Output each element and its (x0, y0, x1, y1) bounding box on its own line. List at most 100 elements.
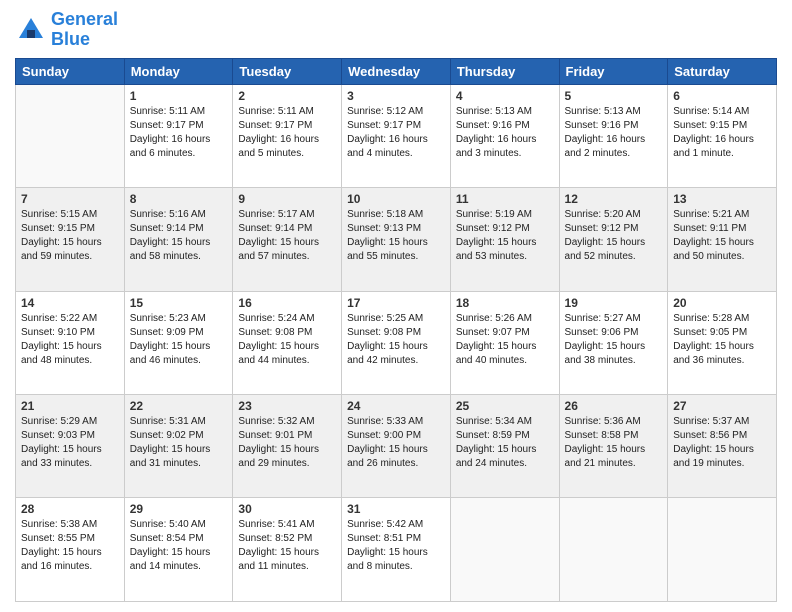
day-number: 11 (456, 192, 554, 206)
day-info: Sunrise: 5:36 AM Sunset: 8:58 PM Dayligh… (565, 415, 663, 471)
day-number: 12 (565, 192, 663, 206)
day-cell: 14 Sunrise: 5:22 AM Sunset: 9:10 PM Dayli… (16, 291, 125, 394)
logo-text: General Blue (51, 10, 118, 50)
day-number: 3 (347, 89, 445, 103)
day-number: 8 (130, 192, 228, 206)
day-cell (450, 498, 559, 602)
day-cell: 31 Sunrise: 5:42 AM Sunset: 8:51 PM Dayli… (342, 498, 451, 602)
col-header-friday: Friday (559, 58, 668, 84)
day-cell: 18 Sunrise: 5:26 AM Sunset: 9:07 PM Dayli… (450, 291, 559, 394)
day-number: 27 (673, 399, 771, 413)
day-info: Sunrise: 5:20 AM Sunset: 9:12 PM Dayligh… (565, 208, 663, 264)
day-info: Sunrise: 5:19 AM Sunset: 9:12 PM Dayligh… (456, 208, 554, 264)
day-number: 26 (565, 399, 663, 413)
week-row-4: 21 Sunrise: 5:29 AM Sunset: 9:03 PM Dayli… (16, 395, 777, 498)
logo: General Blue (15, 10, 118, 50)
day-cell: 15 Sunrise: 5:23 AM Sunset: 9:09 PM Dayli… (124, 291, 233, 394)
day-info: Sunrise: 5:31 AM Sunset: 9:02 PM Dayligh… (130, 415, 228, 471)
day-cell (559, 498, 668, 602)
col-header-monday: Monday (124, 58, 233, 84)
day-number: 16 (238, 296, 336, 310)
col-header-tuesday: Tuesday (233, 58, 342, 84)
day-cell: 23 Sunrise: 5:32 AM Sunset: 9:01 PM Dayli… (233, 395, 342, 498)
header: General Blue (15, 10, 777, 50)
day-cell: 6 Sunrise: 5:14 AM Sunset: 9:15 PM Daylig… (668, 84, 777, 187)
col-header-thursday: Thursday (450, 58, 559, 84)
day-cell: 22 Sunrise: 5:31 AM Sunset: 9:02 PM Dayli… (124, 395, 233, 498)
day-info: Sunrise: 5:17 AM Sunset: 9:14 PM Dayligh… (238, 208, 336, 264)
day-info: Sunrise: 5:22 AM Sunset: 9:10 PM Dayligh… (21, 312, 119, 368)
day-cell: 11 Sunrise: 5:19 AM Sunset: 9:12 PM Dayli… (450, 188, 559, 291)
day-number: 14 (21, 296, 119, 310)
day-cell: 1Sunrise: 5:11 AM Sunset: 9:17 PM Daylig… (124, 84, 233, 187)
day-cell: 24Sunrise: 5:33 AM Sunset: 9:00 PM Dayli… (342, 395, 451, 498)
day-cell: 17Sunrise: 5:25 AM Sunset: 9:08 PM Dayli… (342, 291, 451, 394)
week-row-3: 14 Sunrise: 5:22 AM Sunset: 9:10 PM Dayli… (16, 291, 777, 394)
day-info: Sunrise: 5:11 AM Sunset: 9:17 PM Dayligh… (238, 105, 336, 161)
day-info: Sunrise: 5:14 AM Sunset: 9:15 PM Dayligh… (673, 105, 771, 161)
day-info: Sunrise: 5:41 AM Sunset: 8:52 PM Dayligh… (238, 518, 336, 574)
page: General Blue SundayMondayTuesdayWednesda… (0, 0, 792, 612)
day-number: 10 (347, 192, 445, 206)
day-cell: 10 Sunrise: 5:18 AM Sunset: 9:13 PM Dayli… (342, 188, 451, 291)
day-cell: 25 Sunrise: 5:34 AM Sunset: 8:59 PM Dayli… (450, 395, 559, 498)
day-info: Sunrise: 5:27 AM Sunset: 9:06 PM Dayligh… (565, 312, 663, 368)
day-number: 5 (565, 89, 663, 103)
day-number: 6 (673, 89, 771, 103)
day-info: Sunrise: 5:25 AM Sunset: 9:08 PM Dayligh… (347, 312, 445, 368)
day-info: Sunrise: 5:18 AM Sunset: 9:13 PM Dayligh… (347, 208, 445, 264)
day-cell: 27 Sunrise: 5:37 AM Sunset: 8:56 PM Dayli… (668, 395, 777, 498)
day-cell: 8 Sunrise: 5:16 AM Sunset: 9:14 PM Daylig… (124, 188, 233, 291)
day-info: Sunrise: 5:13 AM Sunset: 9:16 PM Dayligh… (456, 105, 554, 161)
day-number: 13 (673, 192, 771, 206)
day-cell: 13 Sunrise: 5:21 AM Sunset: 9:11 PM Dayli… (668, 188, 777, 291)
column-headers: SundayMondayTuesdayWednesdayThursdayFrid… (16, 58, 777, 84)
week-row-1: 1Sunrise: 5:11 AM Sunset: 9:17 PM Daylig… (16, 84, 777, 187)
day-number: 9 (238, 192, 336, 206)
day-number: 7 (21, 192, 119, 206)
day-cell: 2 Sunrise: 5:11 AM Sunset: 9:17 PM Daylig… (233, 84, 342, 187)
day-cell: 26 Sunrise: 5:36 AM Sunset: 8:58 PM Dayli… (559, 395, 668, 498)
day-number: 4 (456, 89, 554, 103)
week-row-5: 28 Sunrise: 5:38 AM Sunset: 8:55 PM Dayli… (16, 498, 777, 602)
day-cell: 21 Sunrise: 5:29 AM Sunset: 9:03 PM Dayli… (16, 395, 125, 498)
day-number: 2 (238, 89, 336, 103)
day-number: 22 (130, 399, 228, 413)
day-cell (16, 84, 125, 187)
day-info: Sunrise: 5:37 AM Sunset: 8:56 PM Dayligh… (673, 415, 771, 471)
day-info: Sunrise: 5:26 AM Sunset: 9:07 PM Dayligh… (456, 312, 554, 368)
day-info: Sunrise: 5:32 AM Sunset: 9:01 PM Dayligh… (238, 415, 336, 471)
day-cell: 12 Sunrise: 5:20 AM Sunset: 9:12 PM Dayli… (559, 188, 668, 291)
day-cell: 4 Sunrise: 5:13 AM Sunset: 9:16 PM Daylig… (450, 84, 559, 187)
day-number: 31 (347, 502, 445, 516)
day-number: 23 (238, 399, 336, 413)
day-number: 19 (565, 296, 663, 310)
day-info: Sunrise: 5:21 AM Sunset: 9:11 PM Dayligh… (673, 208, 771, 264)
day-info: Sunrise: 5:12 AM Sunset: 9:17 PM Dayligh… (347, 105, 445, 161)
day-number: 21 (21, 399, 119, 413)
day-info: Sunrise: 5:42 AM Sunset: 8:51 PM Dayligh… (347, 518, 445, 574)
day-info: Sunrise: 5:29 AM Sunset: 9:03 PM Dayligh… (21, 415, 119, 471)
calendar-table: SundayMondayTuesdayWednesdayThursdayFrid… (15, 58, 777, 602)
day-cell: 20Sunrise: 5:28 AM Sunset: 9:05 PM Dayli… (668, 291, 777, 394)
day-number: 28 (21, 502, 119, 516)
day-info: Sunrise: 5:34 AM Sunset: 8:59 PM Dayligh… (456, 415, 554, 471)
col-header-wednesday: Wednesday (342, 58, 451, 84)
day-info: Sunrise: 5:24 AM Sunset: 9:08 PM Dayligh… (238, 312, 336, 368)
week-row-2: 7 Sunrise: 5:15 AM Sunset: 9:15 PM Daylig… (16, 188, 777, 291)
logo-icon (15, 14, 47, 46)
day-cell: 5Sunrise: 5:13 AM Sunset: 9:16 PM Daylig… (559, 84, 668, 187)
day-info: Sunrise: 5:15 AM Sunset: 9:15 PM Dayligh… (21, 208, 119, 264)
day-cell (668, 498, 777, 602)
day-number: 25 (456, 399, 554, 413)
day-number: 18 (456, 296, 554, 310)
day-number: 30 (238, 502, 336, 516)
day-info: Sunrise: 5:16 AM Sunset: 9:14 PM Dayligh… (130, 208, 228, 264)
day-info: Sunrise: 5:28 AM Sunset: 9:05 PM Dayligh… (673, 312, 771, 368)
day-number: 15 (130, 296, 228, 310)
day-info: Sunrise: 5:38 AM Sunset: 8:55 PM Dayligh… (21, 518, 119, 574)
day-cell: 3 Sunrise: 5:12 AM Sunset: 9:17 PM Daylig… (342, 84, 451, 187)
day-info: Sunrise: 5:23 AM Sunset: 9:09 PM Dayligh… (130, 312, 228, 368)
day-number: 29 (130, 502, 228, 516)
day-cell: 30 Sunrise: 5:41 AM Sunset: 8:52 PM Dayli… (233, 498, 342, 602)
